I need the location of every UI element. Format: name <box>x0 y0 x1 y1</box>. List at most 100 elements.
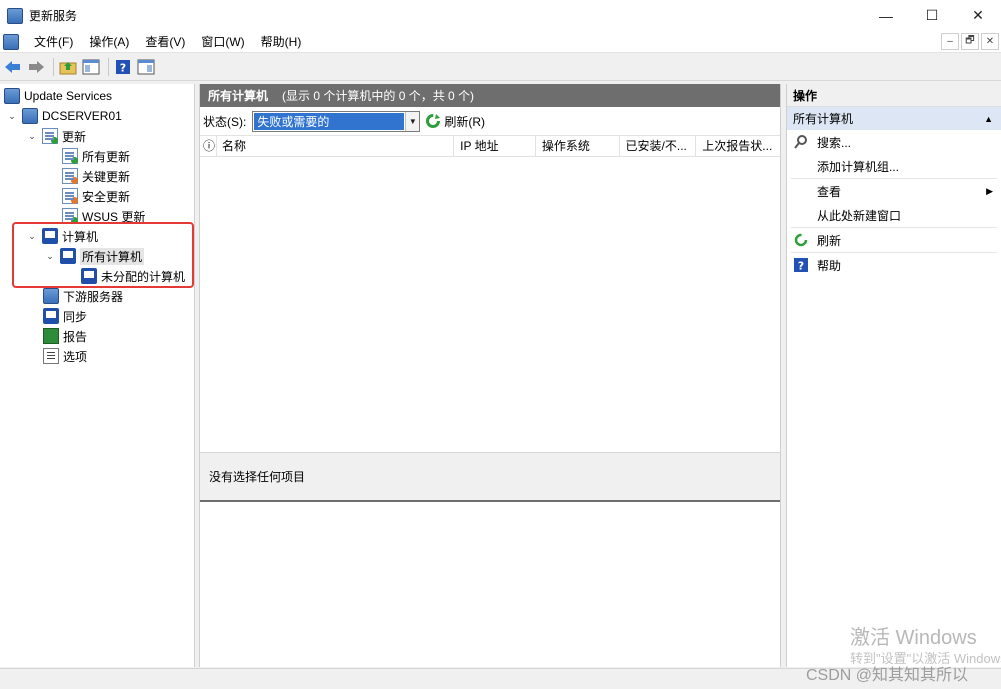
column-info[interactable]: ⓘ <box>200 135 217 157</box>
toolbar-separator <box>108 58 109 76</box>
detail-body <box>200 502 780 662</box>
updates-icon <box>42 128 58 144</box>
tree-label: Update Services <box>24 89 113 103</box>
toolbar-separator <box>53 58 54 76</box>
action-pane-icon[interactable] <box>136 57 156 77</box>
search-icon <box>794 135 807 149</box>
tree-item-update-services[interactable]: Update Services <box>4 86 112 106</box>
app-icon <box>7 7 23 24</box>
refresh-button[interactable]: 刷新(R) <box>425 113 485 130</box>
actions-header: 操作 <box>787 84 1001 107</box>
column-name[interactable]: 名称 <box>217 135 455 157</box>
detail-panel: 没有选择任何项目 <box>200 452 780 502</box>
tree-item-security-updates[interactable]: 安全更新 <box>62 186 130 206</box>
tree-item-downstream-servers[interactable]: 下游服务器 <box>43 286 123 306</box>
tree-label: 关键更新 <box>82 169 131 184</box>
security-update-icon <box>62 188 78 204</box>
status-dropdown[interactable]: 失败或需要的 ▼ <box>252 110 421 132</box>
sync-icon <box>43 308 59 324</box>
chevron-down-icon[interactable]: ⌄ <box>6 111 18 122</box>
action-refresh[interactable]: 刷新 <box>787 228 1001 252</box>
tree-item-all-updates[interactable]: 所有更新 <box>62 146 130 166</box>
update-icon <box>62 148 78 164</box>
window-controls: — ☐ ✕ <box>863 0 1001 31</box>
tree-label: 安全更新 <box>82 189 131 204</box>
action-label: 从此处新建窗口 <box>817 208 902 223</box>
forward-icon[interactable] <box>26 57 46 77</box>
csdn-watermark: CSDN @知其知其所以 <box>806 667 969 684</box>
mdi-restore-button[interactable]: 🗗 <box>961 33 979 50</box>
action-new-window[interactable]: 从此处新建窗口 <box>787 203 1001 227</box>
action-label: 刷新 <box>817 233 842 248</box>
content-pane: 所有计算机 (显示 0 个计算机中的 0 个，共 0 个) 状态(S): 失败或… <box>199 84 781 667</box>
column-installed[interactable]: 已安装/不... <box>620 135 697 157</box>
tree-item-reports[interactable]: 报告 <box>43 326 87 346</box>
content-title: 所有计算机 <box>208 89 269 103</box>
tree-label: 报告 <box>63 329 88 344</box>
activation-watermark: 激活 Windows <box>850 627 977 649</box>
refresh-icon <box>426 114 441 128</box>
chevron-down-icon[interactable]: ▼ <box>405 111 420 131</box>
maximize-button[interactable]: ☐ <box>909 0 955 31</box>
tree-label: 同步 <box>63 309 88 324</box>
navigation-tree: Update Services ⌄ DCSERVER01 ⌄ 更新 所有更新 关… <box>0 84 195 667</box>
mdi-close-button[interactable]: ✕ <box>981 33 999 50</box>
action-search[interactable]: 搜索... <box>787 130 1001 154</box>
mdi-minimize-button[interactable]: – <box>941 33 959 50</box>
tree-label: 所有更新 <box>82 149 131 164</box>
collapse-icon[interactable]: ▲ <box>984 114 993 124</box>
help-icon[interactable]: ? <box>113 57 133 77</box>
up-folder-icon[interactable] <box>58 57 78 77</box>
minimize-button[interactable]: — <box>863 0 909 31</box>
detail-text: 没有选择任何项目 <box>209 470 306 484</box>
action-view[interactable]: 查看 ▶ <box>787 179 1001 203</box>
mdi-controls: – 🗗 ✕ <box>939 33 999 50</box>
tree-item-synchronizations[interactable]: 同步 <box>43 306 87 326</box>
content-header: 所有计算机 (显示 0 个计算机中的 0 个，共 0 个) <box>200 84 780 107</box>
actions-pane: 操作 所有计算机 ▲ 搜索... 添加计算机组... 查看 ▶ 从此处新建窗口 … <box>786 84 1001 667</box>
menu-action[interactable]: 操作(A) <box>81 31 137 53</box>
column-last-report[interactable]: 上次报告状... <box>696 135 780 157</box>
tree-label: 选项 <box>63 349 88 364</box>
actions-section[interactable]: 所有计算机 ▲ <box>787 107 1001 130</box>
options-icon <box>43 348 59 364</box>
close-button[interactable]: ✕ <box>955 0 1001 31</box>
title-bar: 更新服务 — ☐ ✕ <box>0 0 1001 31</box>
tree-item-options[interactable]: 选项 <box>43 346 87 366</box>
tree-label: 更新 <box>62 129 87 144</box>
column-header: ⓘ 名称 IP 地址 操作系统 已安装/不... 上次报告状... <box>200 135 780 157</box>
column-ip[interactable]: IP 地址 <box>454 135 536 157</box>
server-icon <box>22 108 38 124</box>
tree-item-critical-updates[interactable]: 关键更新 <box>62 166 130 186</box>
content-subtitle: (显示 0 个计算机中的 0 个，共 0 个) <box>282 89 475 103</box>
menu-window[interactable]: 窗口(W) <box>193 31 252 53</box>
action-label: 帮助 <box>817 258 842 273</box>
menu-file[interactable]: 文件(F) <box>26 31 81 53</box>
action-label: 查看 <box>817 184 842 199</box>
back-icon[interactable] <box>3 57 23 77</box>
column-os[interactable]: 操作系统 <box>536 135 620 157</box>
reports-icon <box>43 328 59 344</box>
computer-list[interactable] <box>200 157 780 452</box>
system-menu-icon[interactable] <box>3 33 19 50</box>
tree-item-updates[interactable]: ⌄ 更新 <box>26 126 86 146</box>
action-label: 搜索... <box>817 135 852 150</box>
status-dropdown-value: 失败或需要的 <box>254 112 405 130</box>
menu-bar: 文件(F) 操作(A) 查看(V) 窗口(W) 帮助(H) – 🗗 ✕ <box>0 31 1001 53</box>
menu-view[interactable]: 查看(V) <box>137 31 193 53</box>
action-add-computer-group[interactable]: 添加计算机组... <box>787 154 1001 178</box>
tree-item-server[interactable]: ⌄ DCSERVER01 <box>6 106 122 126</box>
downstream-server-icon <box>43 288 59 304</box>
filter-bar: 状态(S): 失败或需要的 ▼ 刷新(R) <box>200 107 780 135</box>
chevron-down-icon[interactable]: ⌄ <box>26 131 38 142</box>
tree-label: 下游服务器 <box>63 289 124 304</box>
critical-update-icon <box>62 168 78 184</box>
menu-help[interactable]: 帮助(H) <box>253 31 310 53</box>
refresh-label: 刷新(R) <box>444 114 486 129</box>
action-help[interactable]: ? 帮助 <box>787 253 1001 277</box>
action-label: 添加计算机组... <box>817 159 900 174</box>
show-hide-tree-icon[interactable] <box>81 57 101 77</box>
actions-section-title: 所有计算机 <box>793 112 854 126</box>
svg-text:?: ? <box>120 62 126 75</box>
window-title: 更新服务 <box>29 9 78 23</box>
